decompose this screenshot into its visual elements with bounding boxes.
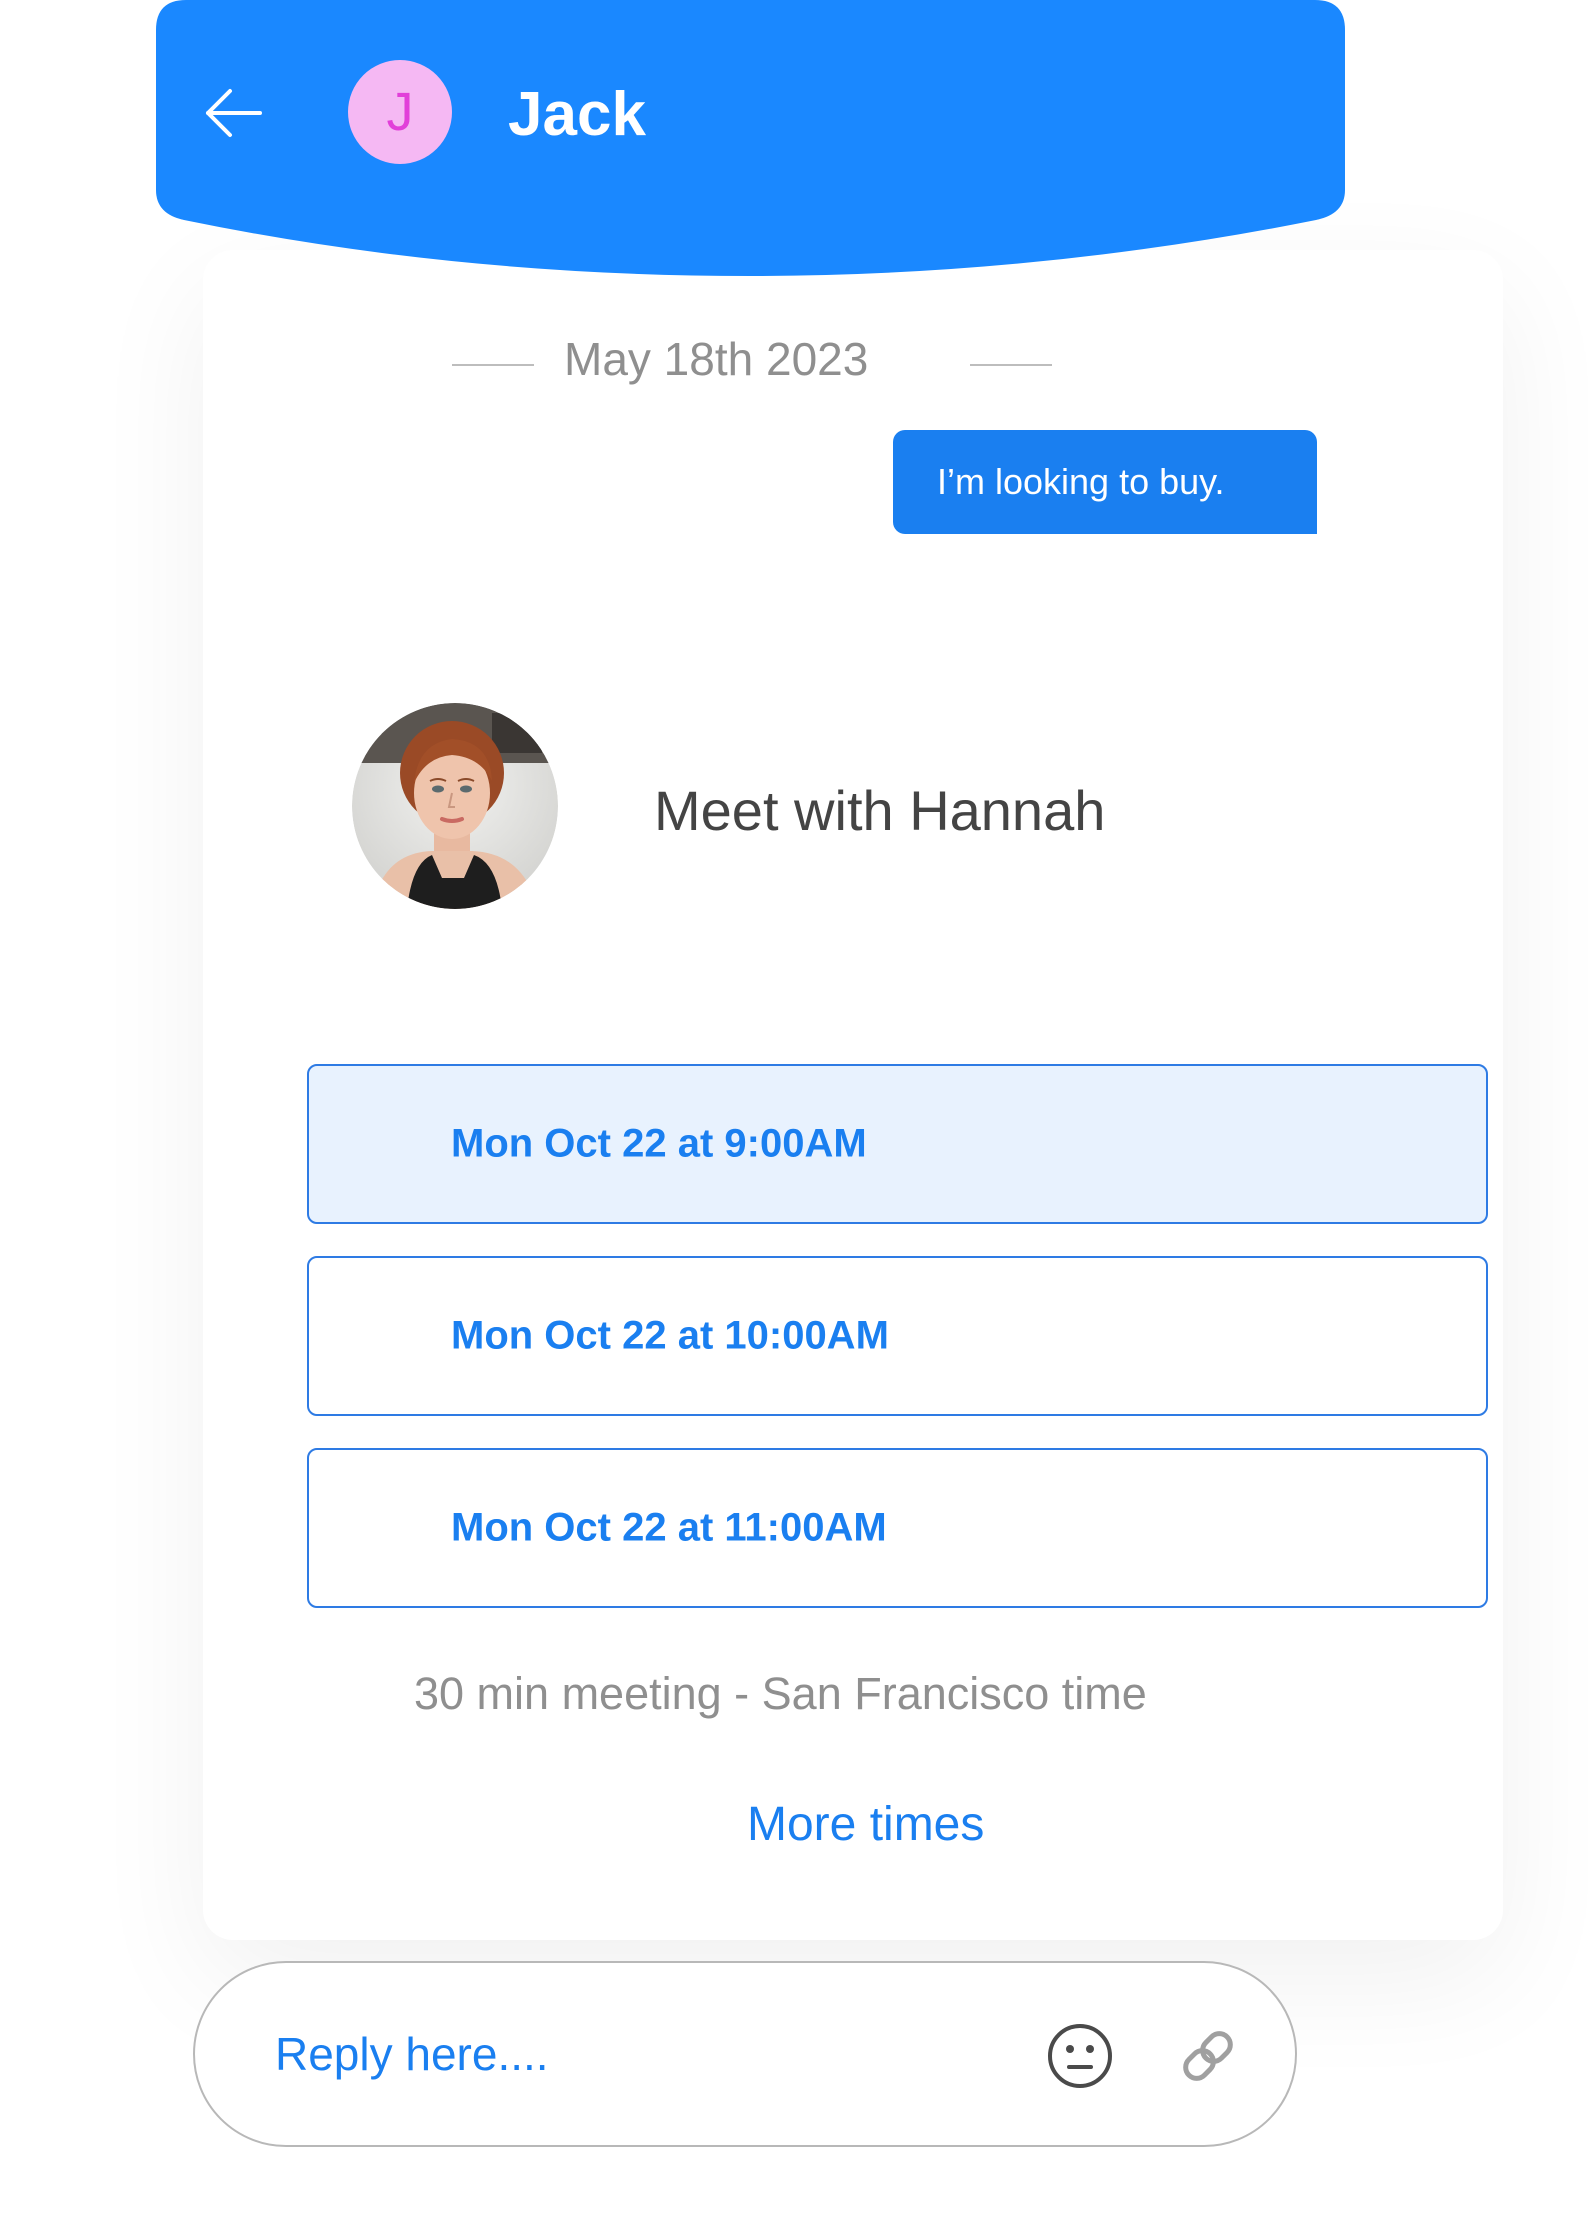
attach-button[interactable] [1175, 2021, 1241, 2091]
host-photo [352, 703, 558, 909]
time-slot-label: Mon Oct 22 at 10:00AM [451, 1313, 889, 1358]
meeting-info: 30 min meeting - San Francisco time [414, 1668, 1147, 1719]
paperclip-icon [1183, 2031, 1233, 2081]
back-button[interactable] [200, 80, 270, 146]
conversation-date: May 18th 2023 [564, 333, 869, 385]
time-slot-option[interactable]: Mon Oct 22 at 9:00AM [307, 1064, 1488, 1224]
reply-input[interactable] [275, 2013, 995, 2095]
time-slot-option[interactable]: Mon Oct 22 at 11:00AM [307, 1448, 1488, 1608]
outgoing-message-bubble: I’m looking to buy. [893, 430, 1317, 534]
scheduler-title: Meet with Hannah [654, 779, 1106, 842]
host-avatar [352, 703, 558, 909]
emoji-button[interactable] [1045, 2021, 1115, 2091]
time-slot-label: Mon Oct 22 at 11:00AM [451, 1505, 887, 1550]
contact-name: Jack [508, 80, 646, 149]
neutral-face-icon [1048, 2024, 1112, 2088]
date-divider: May 18th 2023 [452, 324, 1052, 394]
arrow-left-icon [206, 89, 262, 137]
chat-header: J Jack [156, 0, 1345, 276]
header-background [156, 0, 1345, 276]
reply-bar [193, 1961, 1297, 2147]
time-slot-option[interactable]: Mon Oct 22 at 10:00AM [307, 1256, 1488, 1416]
divider-line-right [970, 364, 1052, 366]
time-slot-label: Mon Oct 22 at 9:00AM [451, 1121, 867, 1166]
divider-line-left [452, 364, 534, 366]
more-times-link[interactable]: More times [747, 1795, 984, 1855]
contact-avatar: J [348, 60, 452, 164]
